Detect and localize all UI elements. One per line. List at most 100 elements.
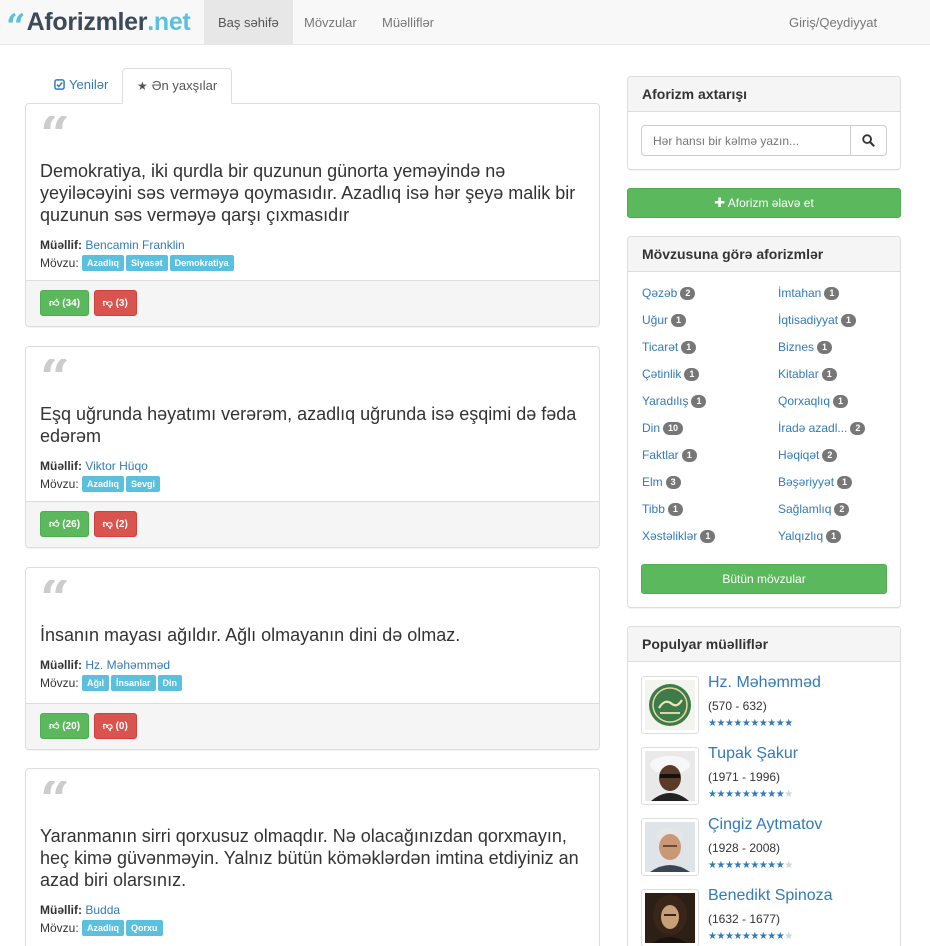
topic-name: İradə azadl...: [778, 421, 848, 435]
topic-link[interactable]: Xəstəliklər 1: [642, 529, 716, 543]
topic-count-badge: 1: [821, 368, 837, 381]
topic-link[interactable]: Yalqızlıq 1: [778, 529, 842, 543]
topic-count-badge: 1: [841, 314, 857, 327]
author-line: Müəllif: Bencamin Franklin: [40, 236, 585, 254]
author-years: (1928 - 2008): [708, 841, 781, 855]
topic-link[interactable]: Çətinlik 1: [642, 367, 700, 381]
star-filled-icon: ★: [716, 718, 725, 729]
site-logo[interactable]: “ Aforizmler .net: [6, 6, 191, 45]
topic-tag[interactable]: Siyasət: [126, 255, 168, 271]
add-aphorism-label: Aforizm əlavə et: [727, 196, 814, 210]
author-name[interactable]: Tupak Şakur: [708, 745, 798, 763]
search-button[interactable]: [851, 125, 887, 156]
topic-link[interactable]: Elm 3: [642, 475, 681, 489]
tab-best[interactable]: ★ Ən yaxşılar: [122, 68, 233, 104]
topic-name: İqtisadiyyat: [778, 313, 839, 327]
author-item[interactable]: Çingiz Aytmatov (1928 - 2008) ★★★★★★★★★★: [641, 816, 891, 876]
topic-link[interactable]: Tibb 1: [642, 502, 683, 516]
topic-tag[interactable]: Azadlıq: [82, 920, 125, 936]
all-topics-button[interactable]: Bütün mövzular: [641, 564, 887, 594]
author-link[interactable]: Viktor Hüqo: [85, 459, 147, 473]
author-name[interactable]: Çingiz Aytmatov: [708, 816, 822, 834]
upvote-button[interactable]: 👍︎ (26): [40, 511, 90, 537]
nav-home[interactable]: Baş səhifə: [204, 0, 293, 45]
topic-link[interactable]: Bəşəriyyət 1: [778, 475, 853, 489]
topic-count-badge: 2: [834, 503, 850, 516]
downvote-button[interactable]: 👎︎ (0): [93, 713, 137, 739]
nav-authors[interactable]: Müəlliflər: [368, 0, 448, 45]
logo-name: Aforizmler: [26, 7, 148, 36]
topic-link[interactable]: Din 10: [642, 421, 684, 435]
topic-tag[interactable]: Din: [157, 675, 183, 691]
topic-name: İmtahan: [778, 286, 822, 300]
topic-link[interactable]: Uğur 1: [642, 313, 687, 327]
topic-link[interactable]: Həqiqət 2: [778, 448, 838, 462]
thumbs-up-icon: 👍︎: [49, 519, 60, 530]
tab-new-label: Yenilər: [69, 77, 109, 92]
star-filled-icon: ★: [716, 931, 725, 942]
downvote-button[interactable]: 👎︎ (2): [93, 511, 137, 537]
star-filled-icon: ★: [750, 931, 759, 942]
add-aphorism-button[interactable]: ✚ Aforizm əlavə et: [627, 188, 901, 218]
author-link[interactable]: Hz. Məhəmməd: [85, 658, 170, 672]
topic-count-badge: 1: [667, 503, 683, 516]
topic-name: Qəzəb: [642, 286, 678, 300]
topic-link[interactable]: İmtahan 1: [778, 286, 840, 300]
author-name[interactable]: Benedikt Spinoza: [708, 887, 833, 905]
author-photo[interactable]: [641, 676, 699, 734]
topic-link[interactable]: İqtisadiyyat 1: [778, 313, 857, 327]
topic-link[interactable]: İradə azadl... 2: [778, 421, 866, 435]
author-link[interactable]: Budda: [85, 903, 120, 917]
author-photo[interactable]: [641, 747, 699, 805]
downvote-count: (3): [115, 298, 128, 309]
topic-count-badge: 1: [817, 341, 833, 354]
search-panel-title: Aforizm axtarışı: [628, 77, 900, 112]
star-filled-icon: ★: [767, 931, 776, 942]
thumbs-down-icon: 👎︎: [102, 519, 113, 530]
topic-tag[interactable]: Ağıl: [82, 675, 110, 691]
topics-panel: Mövzusuna görə aforizmlər Qəzəb 2 Uğur 1 Tic…: [627, 236, 901, 608]
author-item[interactable]: Hz. Məhəmməd (570 - 632) ★★★★★★★★★★: [641, 674, 891, 734]
logo-tld: .net: [147, 7, 191, 36]
topic-tag[interactable]: Azadlıq: [82, 255, 125, 271]
topic-name: Çətinlik: [642, 367, 682, 381]
topic-tag[interactable]: Azadlıq: [82, 476, 125, 492]
downvote-count: (2): [115, 519, 128, 530]
plus-icon: ✚: [714, 195, 726, 210]
downvote-button[interactable]: 👎︎ (3): [93, 290, 137, 316]
upvote-button[interactable]: 👍︎ (20): [40, 713, 90, 739]
nav-topics[interactable]: Mövzular: [290, 0, 371, 45]
author-item[interactable]: Tupak Şakur (1971 - 1996) ★★★★★★★★★★: [641, 745, 891, 805]
author-photo[interactable]: [641, 889, 699, 946]
quote-meta: Müəllif: Viktor Hüqo Mövzu: Azadlıq Sevgi: [40, 457, 585, 493]
upvote-button[interactable]: 👍︎ (34): [40, 290, 90, 316]
author-link[interactable]: Bencamin Franklin: [85, 238, 184, 252]
topic-link[interactable]: Sağlamlıq 2: [778, 502, 850, 516]
topic-link[interactable]: Yaradılış 1: [642, 394, 707, 408]
nav-login[interactable]: Giriş/Qeydiyyat: [775, 0, 891, 45]
topic-link[interactable]: Kitablar 1: [778, 367, 837, 381]
star-filled-icon: ★: [750, 789, 759, 800]
topic-name: Həqiqət: [778, 448, 820, 462]
quote-card: “ Yaranmanın sirri qorxusuz olmaqdır. Nə…: [25, 768, 600, 946]
star-filled-icon: ★: [733, 789, 742, 800]
star-empty-icon: ★: [784, 789, 793, 800]
tab-new[interactable]: Yenilər: [40, 68, 122, 104]
quote-text: İnsanın mayası ağıldır. Ağlı olmayanın d…: [40, 625, 461, 645]
search-input[interactable]: [641, 125, 851, 156]
topic-link[interactable]: Qorxaqlıq 1: [778, 394, 849, 408]
topic-tag[interactable]: İnsanlar: [111, 675, 156, 691]
topic-tag[interactable]: Demokratiya: [169, 255, 234, 271]
author-label: Müəllif:: [40, 903, 82, 917]
author-photo[interactable]: [641, 818, 699, 876]
star-filled-icon: ★: [784, 718, 793, 729]
topic-tag[interactable]: Qorxu: [126, 920, 163, 936]
author-item[interactable]: Benedikt Spinoza (1632 - 1677) ★★★★★★★★★…: [641, 887, 891, 946]
topic-link[interactable]: Ticarət 1: [642, 340, 697, 354]
topic-link[interactable]: Biznes 1: [778, 340, 833, 354]
author-name[interactable]: Hz. Məhəmməd: [708, 674, 821, 692]
topic-link[interactable]: Qəzəb 2: [642, 286, 696, 300]
topic-link[interactable]: Faktlar 1: [642, 448, 697, 462]
topic-tag[interactable]: Sevgi: [126, 476, 161, 492]
star-filled-icon: ★: [767, 718, 776, 729]
